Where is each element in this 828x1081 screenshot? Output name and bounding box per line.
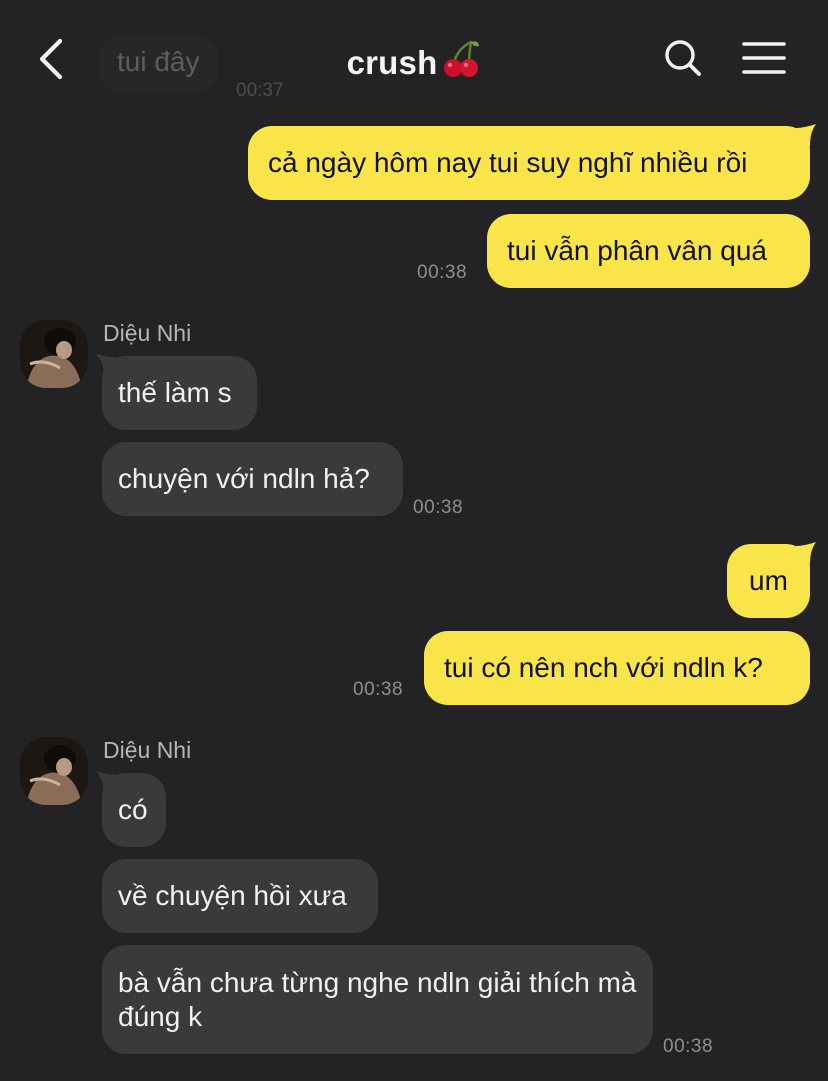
bubble-tail — [796, 124, 816, 146]
message-time: 00:38 — [663, 1036, 714, 1057]
avatar[interactable] — [20, 320, 88, 388]
chat-header: crush — [0, 0, 828, 110]
message-time: 00:38 — [413, 497, 464, 518]
search-icon — [665, 40, 701, 76]
incoming-message[interactable]: thế làm s — [102, 356, 257, 430]
chat-title-text: crush — [346, 44, 438, 81]
message-text: về chuyện hồi xưa — [118, 880, 347, 911]
outgoing-message[interactable]: tui có nên nch với ndln k? — [424, 631, 810, 705]
outgoing-message[interactable]: tui vẫn phân vân quá — [487, 214, 810, 288]
message-text: thế làm s — [118, 377, 232, 408]
bubble-tail — [796, 542, 816, 564]
message-time: 00:38 — [353, 679, 404, 700]
cherry-icon — [444, 40, 480, 77]
message-text: chuyện với ndln hả? — [118, 463, 370, 494]
message-text: có — [118, 794, 148, 825]
menu-icon — [742, 42, 786, 74]
outgoing-message[interactable]: cả ngày hôm nay tui suy nghĩ nhiều rồi — [248, 126, 810, 200]
message-text: bà vẫn chưa từng nghe ndln giải thích mà… — [118, 966, 637, 1032]
menu-button[interactable] — [742, 40, 786, 76]
message-text: cả ngày hôm nay tui suy nghĩ nhiều rồi — [268, 147, 748, 178]
message-text: um — [749, 565, 788, 596]
sender-name: Diệu Nhi — [103, 737, 192, 763]
incoming-message[interactable]: về chuyện hồi xưa — [102, 859, 378, 933]
message-time: 00:38 — [417, 262, 468, 283]
message-text: tui vẫn phân vân quá — [507, 235, 767, 266]
incoming-message[interactable]: có — [102, 773, 166, 847]
search-button[interactable] — [660, 38, 706, 80]
incoming-message[interactable]: chuyện với ndln hả? — [102, 442, 403, 516]
chat-screen: tui đây 00:37 crush cả ngày hôm nay tui … — [0, 0, 828, 1081]
sender-name: Diệu Nhi — [103, 320, 192, 346]
avatar-photo — [20, 320, 88, 388]
incoming-message[interactable]: bà vẫn chưa từng nghe ndln giải thích mà… — [102, 945, 653, 1054]
message-text: tui có nên nch với ndln k? — [444, 652, 763, 683]
avatar-photo — [20, 737, 88, 805]
avatar[interactable] — [20, 737, 88, 805]
